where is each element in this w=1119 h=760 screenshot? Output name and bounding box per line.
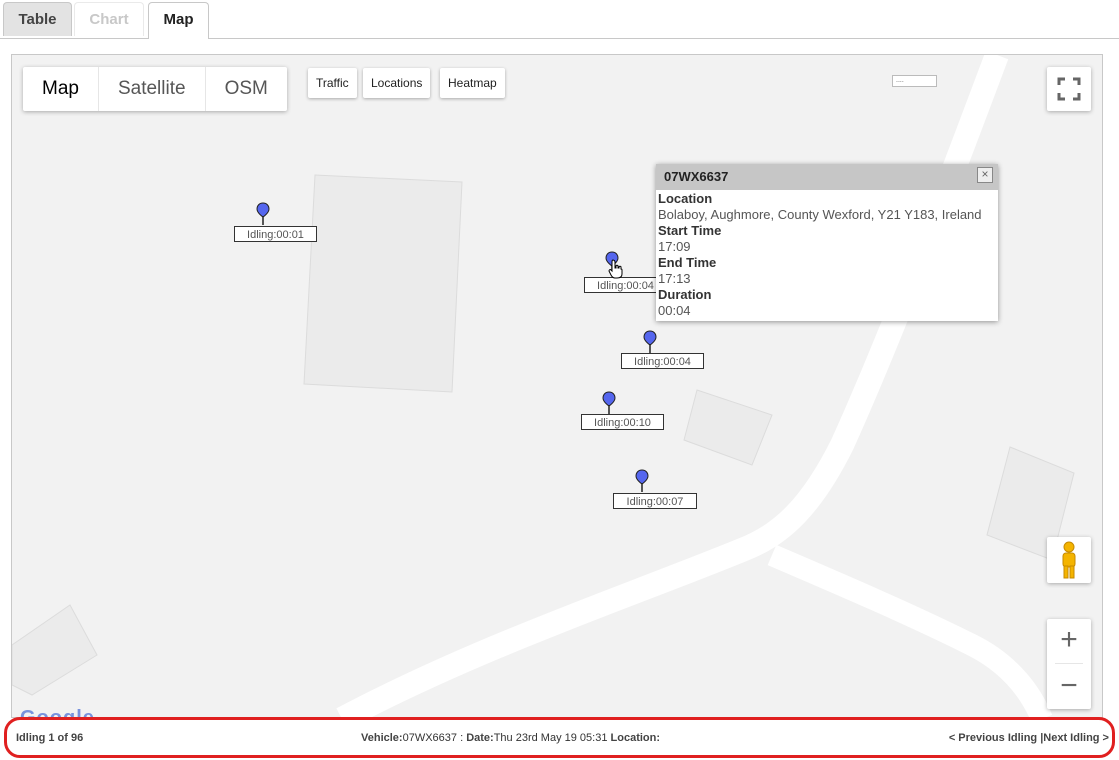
map-type-satellite[interactable]: Satellite — [99, 67, 206, 111]
idling-navigation: < Previous Idling |Next Idling > — [949, 732, 1109, 744]
next-idling-link[interactable]: Next Idling > — [1043, 732, 1109, 744]
info-end-value: 17:13 — [658, 271, 691, 286]
tab-bar: Table Chart Map — [0, 0, 1119, 39]
building-shape — [303, 174, 463, 393]
fullscreen-icon — [1057, 77, 1081, 101]
zoom-out-button[interactable]: − — [1047, 665, 1091, 709]
zoom-in-button[interactable]: + — [1047, 619, 1091, 663]
map-type-osm[interactable]: OSM — [206, 67, 287, 111]
info-end-label: End Time — [658, 255, 717, 270]
info-window-header: 07WX6637 × — [656, 164, 998, 190]
map-pin-icon[interactable] — [601, 391, 617, 415]
idling-marker-label[interactable]: Idling:00:04 — [584, 277, 667, 293]
idling-marker-label[interactable]: Idling:00:07 — [613, 493, 697, 509]
info-start-value: 17:09 — [658, 239, 691, 254]
street-view-pegman[interactable] — [1047, 537, 1091, 583]
map-pin-icon[interactable] — [634, 469, 650, 493]
info-window: 07WX6637 × Location Bolaboy, Aughmore, C… — [656, 164, 998, 321]
fullscreen-button[interactable] — [1047, 67, 1091, 111]
idling-counter: Idling 1 of 96 — [16, 732, 84, 744]
google-logo: Google — [20, 707, 95, 718]
info-location-label: Location — [658, 191, 713, 206]
tab-chart[interactable]: Chart — [74, 2, 144, 36]
heatmap-button[interactable]: Heatmap — [440, 68, 505, 98]
map-canvas[interactable]: Map Satellite OSM Traffic Locations Heat… — [11, 54, 1103, 718]
map-background — [12, 55, 1075, 717]
hand-cursor-icon — [608, 259, 623, 279]
traffic-button[interactable]: Traffic — [308, 68, 357, 98]
building-shape — [12, 604, 98, 696]
map-pin-icon[interactable] — [642, 330, 658, 354]
zoom-divider — [1055, 663, 1083, 664]
previous-idling-link[interactable]: < Previous Idling | — [949, 732, 1043, 744]
info-window-title: 07WX6637 — [664, 169, 729, 184]
building-shape — [683, 389, 773, 466]
map-type-map[interactable]: Map — [23, 67, 99, 111]
date-label: Date: — [466, 732, 494, 744]
location-label: Location: — [610, 732, 661, 744]
info-duration-value: 00:04 — [658, 303, 691, 318]
tab-map[interactable]: Map — [148, 2, 209, 39]
road-shape — [767, 544, 1053, 717]
map-scale: .... — [892, 75, 937, 87]
info-start-label: Start Time — [658, 223, 722, 238]
idling-marker-label[interactable]: Idling:00:04 — [621, 353, 704, 369]
vehicle-value: 07WX6637 — [402, 732, 458, 744]
locations-button[interactable]: Locations — [363, 68, 431, 98]
date-value: Thu 23rd May 19 05:31 — [493, 732, 608, 744]
map-pin-icon[interactable] — [255, 202, 271, 226]
map-type-control: Map Satellite OSM — [23, 67, 287, 111]
info-duration-label: Duration — [658, 287, 712, 302]
info-location-value: Bolaboy, Aughmore, County Wexford, Y21 Y… — [658, 207, 982, 222]
zoom-control: + − — [1047, 619, 1091, 709]
pegman-icon — [1062, 541, 1076, 579]
close-icon[interactable]: × — [977, 167, 993, 183]
idling-marker-label[interactable]: Idling:00:01 — [234, 226, 317, 242]
idling-marker-label[interactable]: Idling:00:10 — [581, 414, 664, 430]
details-separator: : — [457, 732, 467, 744]
vehicle-label: Vehicle: — [361, 732, 403, 744]
info-window-body: Location Bolaboy, Aughmore, County Wexfo… — [656, 190, 998, 320]
tab-table[interactable]: Table — [3, 2, 72, 36]
idling-details: Vehicle:07WX6637 : Date:Thu 23rd May 19 … — [361, 732, 660, 744]
